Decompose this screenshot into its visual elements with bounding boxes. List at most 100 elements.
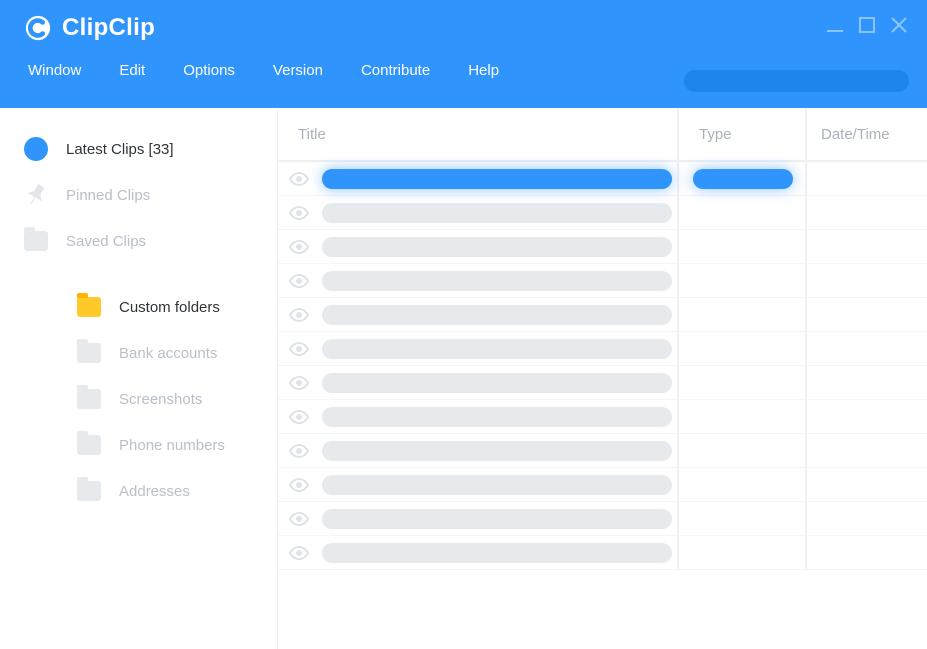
menu-help[interactable]: Help bbox=[468, 62, 499, 79]
title-placeholder bbox=[322, 475, 672, 495]
cell-title bbox=[278, 468, 679, 501]
eye-icon[interactable] bbox=[288, 511, 310, 527]
table-row[interactable] bbox=[278, 434, 927, 468]
menu-contribute[interactable]: Contribute bbox=[361, 62, 430, 79]
sidebar-item-saved-clips[interactable]: Saved Clips bbox=[0, 218, 277, 264]
menu-edit[interactable]: Edit bbox=[119, 62, 145, 79]
eye-icon[interactable] bbox=[288, 409, 310, 425]
sidebar-item-label: Phone numbers bbox=[119, 437, 225, 454]
folder-icon bbox=[75, 385, 103, 413]
folder-icon bbox=[75, 477, 103, 505]
eye-icon[interactable] bbox=[288, 171, 310, 187]
table-row[interactable] bbox=[278, 400, 927, 434]
title-placeholder bbox=[322, 407, 672, 427]
close-button[interactable] bbox=[889, 15, 909, 39]
cell-type bbox=[679, 536, 807, 569]
menu-version[interactable]: Version bbox=[273, 62, 323, 79]
eye-icon[interactable] bbox=[288, 205, 310, 221]
table-row[interactable] bbox=[278, 502, 927, 536]
eye-icon[interactable] bbox=[288, 477, 310, 493]
cell-datetime bbox=[807, 536, 927, 569]
cell-datetime bbox=[807, 366, 927, 399]
eye-icon[interactable] bbox=[288, 341, 310, 357]
cell-title bbox=[278, 332, 679, 365]
cell-type bbox=[679, 332, 807, 365]
table-row[interactable] bbox=[278, 298, 927, 332]
maximize-button[interactable] bbox=[857, 15, 877, 39]
cell-title bbox=[278, 400, 679, 433]
cell-type bbox=[679, 230, 807, 263]
folder-icon bbox=[75, 293, 103, 321]
cell-datetime bbox=[807, 196, 927, 229]
title-placeholder bbox=[322, 339, 672, 359]
cell-title bbox=[278, 264, 679, 297]
title-placeholder bbox=[322, 237, 672, 257]
table-row[interactable] bbox=[278, 366, 927, 400]
sidebar: Latest Clips [33] Pinned Clips Saved Cli… bbox=[0, 108, 278, 649]
header: ClipClip Window Edit Optio bbox=[0, 0, 927, 108]
title-placeholder bbox=[322, 543, 672, 563]
folder-icon bbox=[22, 227, 50, 255]
table-row[interactable] bbox=[278, 162, 927, 196]
cell-title bbox=[278, 434, 679, 467]
folder-icon bbox=[75, 339, 103, 367]
table-row[interactable] bbox=[278, 332, 927, 366]
eye-icon[interactable] bbox=[288, 443, 310, 459]
cell-title bbox=[278, 298, 679, 331]
sidebar-item-latest-clips[interactable]: Latest Clips [33] bbox=[0, 126, 277, 172]
app-window: ClipClip Window Edit Optio bbox=[0, 0, 927, 649]
table-row[interactable] bbox=[278, 196, 927, 230]
table-row[interactable] bbox=[278, 264, 927, 298]
cell-datetime bbox=[807, 502, 927, 535]
sidebar-item-custom-folders[interactable]: Custom folders bbox=[0, 284, 277, 330]
eye-icon[interactable] bbox=[288, 375, 310, 391]
cell-datetime bbox=[807, 332, 927, 365]
cell-title bbox=[278, 196, 679, 229]
type-placeholder bbox=[693, 169, 793, 189]
cell-datetime bbox=[807, 298, 927, 331]
eye-icon[interactable] bbox=[288, 273, 310, 289]
cell-type bbox=[679, 196, 807, 229]
eye-icon[interactable] bbox=[288, 545, 310, 561]
eye-icon[interactable] bbox=[288, 239, 310, 255]
titlebar: ClipClip bbox=[0, 0, 927, 42]
search-input[interactable] bbox=[684, 70, 909, 92]
cell-type bbox=[679, 366, 807, 399]
table-row[interactable] bbox=[278, 468, 927, 502]
column-header-type[interactable]: Type bbox=[679, 108, 807, 160]
logo-icon bbox=[24, 14, 52, 42]
circle-icon bbox=[22, 135, 50, 163]
column-header-datetime[interactable]: Date/Time bbox=[807, 108, 927, 160]
menu-window[interactable]: Window bbox=[28, 62, 81, 79]
cell-title bbox=[278, 162, 679, 195]
cell-type bbox=[679, 434, 807, 467]
sidebar-item-label: Addresses bbox=[119, 483, 190, 500]
cell-type bbox=[679, 468, 807, 501]
brand: ClipClip bbox=[24, 14, 155, 42]
table-row[interactable] bbox=[278, 230, 927, 264]
sidebar-item-label: Bank accounts bbox=[119, 345, 217, 362]
sidebar-item-label: Screenshots bbox=[119, 391, 202, 408]
sidebar-item-bank-accounts[interactable]: Bank accounts bbox=[0, 330, 277, 376]
menu-options[interactable]: Options bbox=[183, 62, 235, 79]
app-title: ClipClip bbox=[62, 14, 155, 42]
cell-datetime bbox=[807, 434, 927, 467]
title-placeholder bbox=[322, 305, 672, 325]
cell-title bbox=[278, 230, 679, 263]
cell-datetime bbox=[807, 162, 927, 195]
sidebar-item-screenshots[interactable]: Screenshots bbox=[0, 376, 277, 422]
sidebar-item-addresses[interactable]: Addresses bbox=[0, 468, 277, 514]
cell-title bbox=[278, 366, 679, 399]
eye-icon[interactable] bbox=[288, 307, 310, 323]
clip-table: Title Type Date/Time bbox=[278, 108, 927, 649]
title-placeholder bbox=[322, 169, 672, 189]
sidebar-item-pinned-clips[interactable]: Pinned Clips bbox=[0, 172, 277, 218]
cell-type bbox=[679, 162, 807, 195]
table-row[interactable] bbox=[278, 536, 927, 570]
title-placeholder bbox=[322, 373, 672, 393]
minimize-button[interactable] bbox=[825, 15, 845, 39]
sidebar-item-phone-numbers[interactable]: Phone numbers bbox=[0, 422, 277, 468]
pin-icon bbox=[22, 181, 50, 209]
column-header-title[interactable]: Title bbox=[278, 108, 679, 160]
title-placeholder bbox=[322, 271, 672, 291]
